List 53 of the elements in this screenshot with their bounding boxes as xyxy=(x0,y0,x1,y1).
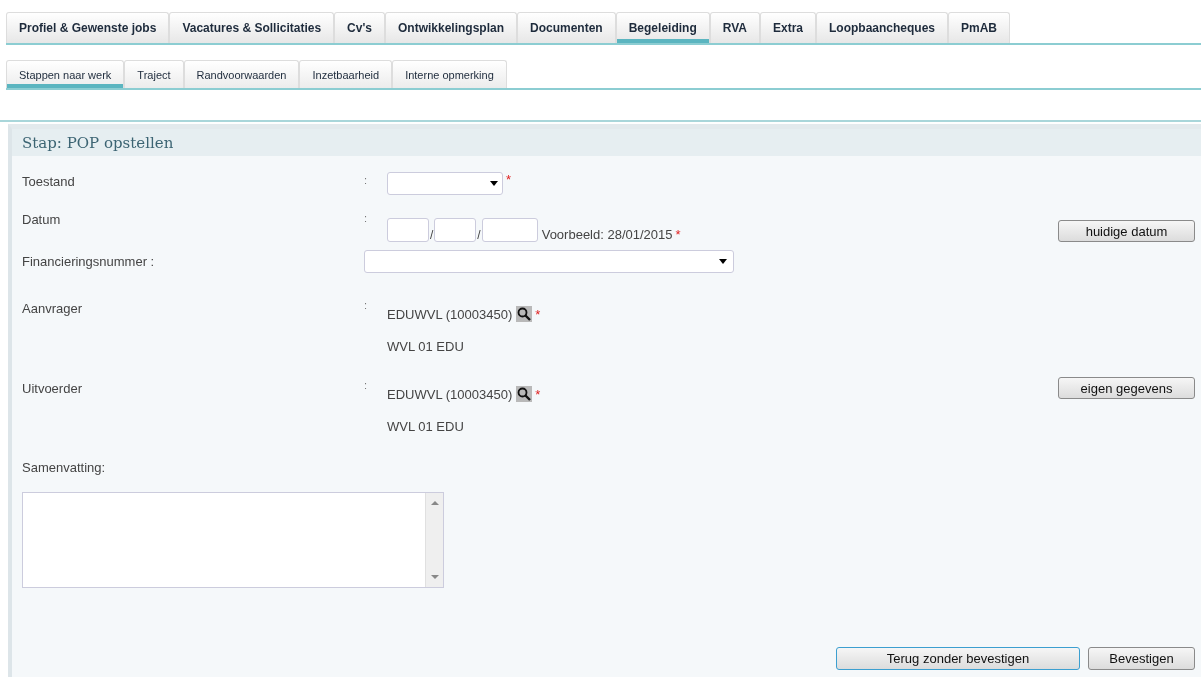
caret-icon xyxy=(490,181,498,186)
person-value: EDUWVL (10003450) xyxy=(387,386,513,402)
separator-text: : xyxy=(364,212,368,224)
separator-text: : xyxy=(364,174,368,186)
person-value: EDUWVL (10003450) xyxy=(387,306,513,322)
tab[interactable]: Extra xyxy=(759,12,816,43)
tab[interactable]: RVA xyxy=(709,12,760,43)
required-mark: * xyxy=(675,227,681,242)
section-title: Stap: POP opstellen xyxy=(22,133,174,152)
subtab[interactable]: Inzetbaarheid xyxy=(299,60,393,88)
field-label: Aanvrager xyxy=(22,301,82,316)
scroll-up-icon[interactable] xyxy=(430,501,439,505)
tab[interactable]: Cv's xyxy=(334,12,385,43)
financing-dropdown[interactable] xyxy=(364,250,734,273)
row-action-button[interactable]: eigen gegevens xyxy=(1058,377,1195,399)
date-separator: / xyxy=(430,228,434,242)
tab[interactable]: Vacatures & Sollicitaties xyxy=(169,12,335,43)
field-label: Samenvatting: xyxy=(22,460,107,475)
required-mark: * xyxy=(535,386,541,402)
subtab[interactable]: Traject xyxy=(124,60,184,88)
back-button[interactable]: Terug zonder bevestigen xyxy=(836,647,1080,670)
search-icon[interactable] xyxy=(516,386,533,402)
tab[interactable]: Profiel & Gewenste jobs xyxy=(6,12,170,43)
tab[interactable]: Loopbaancheques xyxy=(816,12,948,43)
field-label: Toestand xyxy=(22,174,75,189)
person-name: WVL 01 EDU xyxy=(387,419,465,434)
field-label: Uitvoerder xyxy=(22,381,82,396)
tab[interactable]: Documenten xyxy=(517,12,616,43)
year-field[interactable] xyxy=(481,218,538,242)
tab[interactable]: Begeleiding xyxy=(615,12,710,43)
required-mark: * xyxy=(506,172,512,187)
summary-textarea[interactable] xyxy=(22,492,444,588)
date-separator: / xyxy=(477,228,481,242)
person-name: WVL 01 EDU xyxy=(387,339,465,354)
field-label: Financieringsnummer : xyxy=(22,254,155,269)
confirm-button[interactable]: Bevestigen xyxy=(1088,647,1195,670)
subtab[interactable]: Stappen naar werk xyxy=(6,60,125,88)
row-action-button[interactable]: huidige datum xyxy=(1058,220,1195,242)
day-field[interactable] xyxy=(387,218,429,242)
date-example: Voorbeeld: 28/01/2015 xyxy=(541,227,673,242)
tab[interactable]: Ontwikkelingsplan xyxy=(385,12,517,43)
tab[interactable]: PmAB xyxy=(948,12,1010,43)
required-mark: * xyxy=(535,306,541,322)
field-label: Datum xyxy=(22,212,61,227)
status-dropdown[interactable] xyxy=(387,172,503,195)
subtab[interactable]: Randvoorwaarden xyxy=(183,60,300,88)
separator-text: : xyxy=(364,299,368,311)
subtab[interactable]: Interne opmerking xyxy=(392,60,507,88)
month-field[interactable] xyxy=(434,218,477,242)
scroll-down-icon[interactable] xyxy=(430,575,439,579)
caret-icon xyxy=(719,259,727,264)
separator-text: : xyxy=(364,379,368,391)
search-icon[interactable] xyxy=(516,306,533,322)
